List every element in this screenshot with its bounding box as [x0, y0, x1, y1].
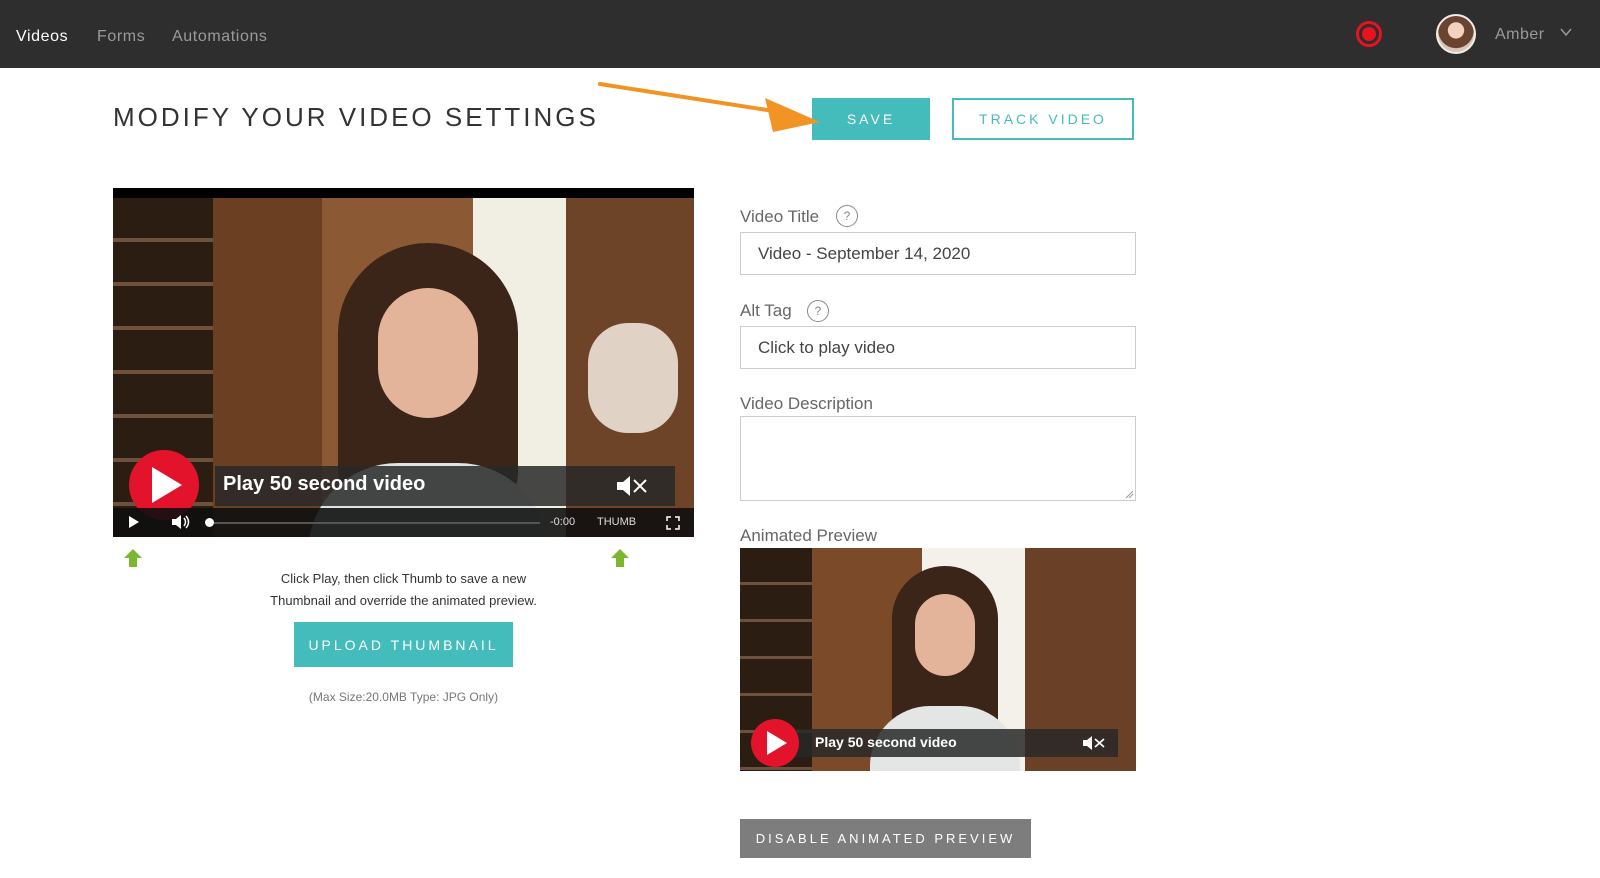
video-title-label: Video Title	[740, 207, 820, 226]
video-description-input[interactable]	[740, 416, 1136, 501]
alt-tag-input[interactable]	[740, 326, 1136, 369]
video-player[interactable]: Play 50 second video -0:00 THUMB	[113, 188, 694, 537]
progress-bar[interactable]	[208, 522, 540, 524]
preview-play-icon[interactable]	[751, 719, 799, 767]
nav-item-videos[interactable]: Videos	[16, 28, 68, 46]
track-video-button[interactable]: TRACK VIDEO	[952, 98, 1134, 140]
top-nav: Videos Forms Automations Amber	[0, 0, 1600, 68]
help-line-2: Thumbnail and override the animated prev…	[270, 593, 537, 608]
orange-arrow-annotation	[598, 82, 820, 132]
user-name[interactable]: Amber	[1495, 26, 1545, 44]
player-controls: -0:00 THUMB	[113, 508, 694, 537]
control-play-icon[interactable]	[129, 516, 139, 528]
help-icon[interactable]: ?	[836, 205, 858, 227]
disable-animated-preview-button[interactable]: DISABLE ANIMATED PREVIEW	[740, 819, 1031, 858]
alt-tag-label: Alt Tag	[740, 301, 792, 320]
progress-handle[interactable]	[205, 518, 214, 527]
save-button[interactable]: SAVE	[812, 98, 930, 140]
record-icon[interactable]	[1356, 21, 1382, 47]
time-readout: -0:00	[550, 516, 576, 528]
help-line-1: Click Play, then click Thumb to save a n…	[280, 571, 527, 586]
preview-overlay-label[interactable]: Play 50 second video	[815, 734, 957, 750]
resize-grip-icon[interactable]	[1125, 490, 1134, 499]
subject-hand	[588, 323, 678, 433]
preview-mute-icon[interactable]	[1082, 735, 1106, 751]
animated-preview[interactable]: Play 50 second video	[740, 548, 1136, 771]
green-up-arrow-icon	[611, 549, 629, 567]
animated-preview-label: Animated Preview	[740, 526, 878, 545]
play-overlay-label[interactable]: Play 50 second video	[223, 473, 425, 496]
play-triangle	[152, 467, 182, 503]
video-description-label: Video Description	[740, 394, 873, 413]
page-title: MODIFY YOUR VIDEO SETTINGS	[113, 102, 599, 132]
nav-item-automations[interactable]: Automations	[172, 28, 268, 46]
video-title-input[interactable]	[740, 232, 1136, 275]
chevron-down-icon[interactable]	[1560, 26, 1572, 38]
preview-subject-face	[915, 594, 975, 676]
avatar[interactable]	[1436, 14, 1476, 54]
preview-play-triangle	[767, 731, 787, 755]
nav-item-forms[interactable]: Forms	[97, 28, 145, 46]
upload-size-note: (Max Size:20.0MB Type: JPG Only)	[308, 690, 499, 704]
green-up-arrow-icon	[124, 549, 142, 567]
thumbnail-help-text: Click Play, then click Thumb to save a n…	[113, 568, 694, 612]
fullscreen-icon[interactable]	[666, 516, 680, 530]
thumb-button[interactable]: THUMB	[597, 516, 636, 528]
help-icon[interactable]: ?	[807, 300, 829, 322]
subject-face	[378, 288, 478, 418]
upload-thumbnail-button[interactable]: UPLOAD THUMBNAIL	[294, 622, 513, 667]
volume-icon[interactable]	[171, 514, 191, 530]
record-dot	[1362, 27, 1376, 41]
mute-icon[interactable]	[615, 475, 649, 497]
